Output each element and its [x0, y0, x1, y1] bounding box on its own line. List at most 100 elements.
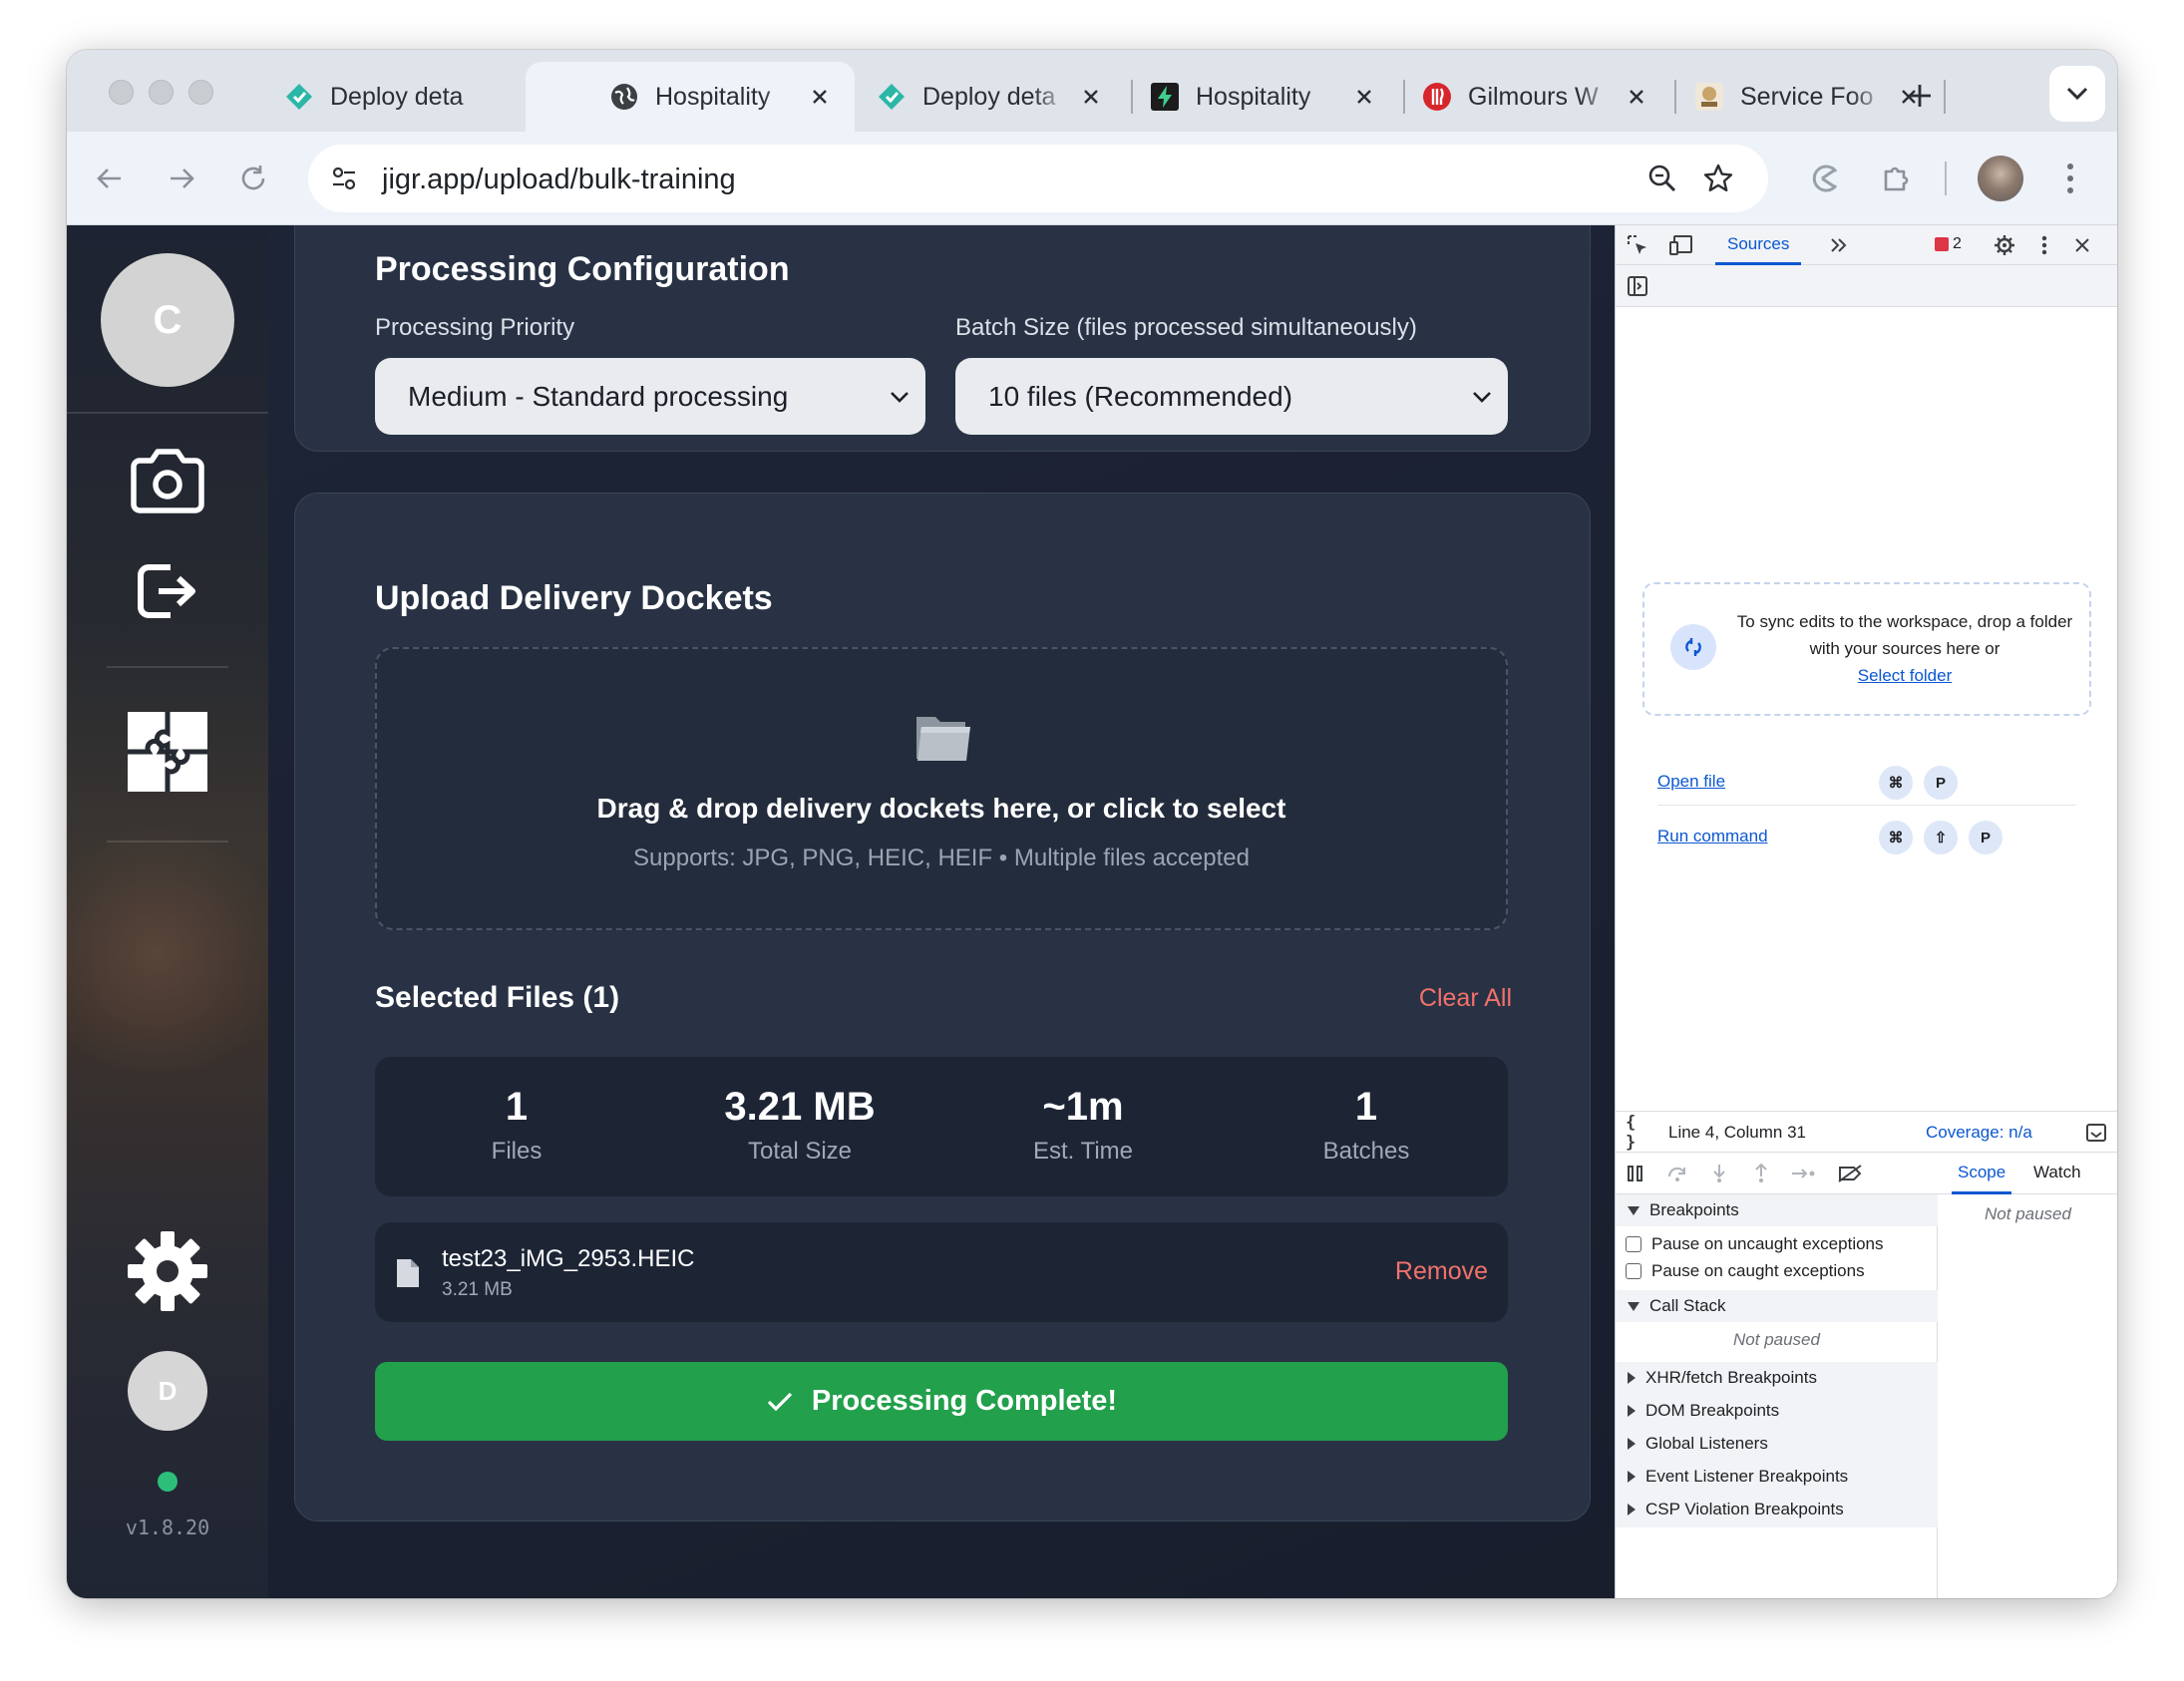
- tab-search-button[interactable]: [2049, 66, 2105, 122]
- section-label: Global Listeners: [1645, 1434, 1768, 1453]
- sync-text: To sync edits to the workspace, drop a f…: [1736, 612, 2073, 658]
- batch-size-selected-value: 10 files (Recommended): [988, 380, 1293, 412]
- tab-sources[interactable]: Sources: [1715, 225, 1802, 265]
- tab-deploy-details-2[interactable]: Deploy deta: [857, 62, 1126, 132]
- close-icon[interactable]: [2070, 233, 2094, 257]
- step-icon[interactable]: [1791, 1163, 1817, 1184]
- back-button[interactable]: [87, 156, 133, 201]
- call-stack-section[interactable]: Call Stack: [1616, 1290, 1938, 1322]
- zoom-icon[interactable]: [1644, 161, 1680, 196]
- coverage-status[interactable]: Coverage: n/a: [1926, 1123, 2032, 1143]
- close-tab-icon[interactable]: [1351, 84, 1377, 110]
- pause-icon[interactable]: [1624, 1163, 1647, 1184]
- settings-gear-icon[interactable]: [127, 1230, 208, 1312]
- select-folder-link[interactable]: Select folder: [1858, 666, 1953, 685]
- file-list-item: test23_iMG_2953.HEIC 3.21 MB Remove: [375, 1222, 1508, 1322]
- address-bar[interactable]: jigr.app/upload/bulk-training: [308, 145, 1768, 212]
- dropzone[interactable]: Drag & drop delivery dockets here, or cl…: [375, 647, 1508, 930]
- deactivate-breakpoints-icon[interactable]: [1837, 1163, 1863, 1184]
- stat-batches: 1 Batches: [1225, 1057, 1508, 1196]
- extensions-puzzle-icon[interactable]: [1874, 156, 1920, 201]
- tab-watch[interactable]: Watch: [2033, 1153, 2081, 1192]
- more-menu-icon[interactable]: [2047, 156, 2093, 201]
- xhr-breakpoints-section[interactable]: XHR/fetch Breakpoints: [1616, 1362, 1938, 1394]
- user-avatar[interactable]: D: [128, 1351, 207, 1431]
- extension-refresh-icon[interactable]: [1802, 156, 1848, 201]
- breakpoints-section[interactable]: Breakpoints: [1616, 1194, 1938, 1226]
- batch-size-select[interactable]: 10 files (Recommended): [955, 358, 1508, 435]
- close-tab-icon[interactable]: [1078, 84, 1104, 110]
- settings-gear-icon[interactable]: [1993, 233, 2016, 257]
- clear-all-button[interactable]: Clear All: [1419, 984, 1512, 1013]
- checkbox[interactable]: [1626, 1263, 1641, 1279]
- pause-uncaught-option[interactable]: Pause on uncaught exceptions: [1626, 1234, 1884, 1254]
- stat-label: Total Size: [747, 1138, 853, 1165]
- profile-avatar[interactable]: [1978, 156, 2023, 201]
- sidebar-divider: [67, 412, 268, 414]
- logout-icon[interactable]: [137, 561, 198, 621]
- toggle-drawer-icon[interactable]: [2084, 1122, 2108, 1144]
- close-tab-icon[interactable]: [807, 84, 833, 110]
- dropzone-title: Drag & drop delivery dockets here, or cl…: [596, 793, 1286, 824]
- stat-value: 3.21 MB: [724, 1085, 876, 1129]
- tab-separator: [1944, 80, 1946, 114]
- close-tab-icon[interactable]: [1624, 84, 1649, 110]
- zoom-window-button[interactable]: [188, 80, 213, 105]
- error-icon: [1935, 237, 1949, 251]
- browser-toolbar: jigr.app/upload/bulk-training: [67, 132, 2117, 225]
- collapse-triangle-icon: [1628, 1405, 1636, 1417]
- dom-breakpoints-section[interactable]: DOM Breakpoints: [1616, 1395, 1938, 1427]
- workspace-drop-area[interactable]: To sync edits to the workspace, drop a f…: [1642, 582, 2091, 716]
- error-count-badge[interactable]: 2: [1935, 235, 1962, 253]
- tab-hospitality-supabase[interactable]: Hospitality: [1130, 62, 1399, 132]
- pause-caught-option[interactable]: Pause on caught exceptions: [1626, 1261, 1865, 1281]
- more-tabs-chevron-icon[interactable]: [1827, 233, 1851, 257]
- more-options-icon[interactable]: [2032, 233, 2056, 257]
- company-avatar[interactable]: C: [101, 253, 234, 387]
- sidebar-divider: [107, 666, 228, 668]
- netlify-diamond-icon: [284, 82, 314, 112]
- bookmark-star-icon[interactable]: [1700, 161, 1736, 196]
- priority-selected-value: Medium - Standard processing: [408, 380, 789, 412]
- step-into-icon[interactable]: [1707, 1163, 1731, 1184]
- collapse-triangle-icon: [1628, 1504, 1636, 1515]
- site-info-icon[interactable]: [322, 157, 366, 200]
- new-tab-button[interactable]: [1898, 74, 1942, 118]
- arrow-left-icon: [97, 168, 121, 188]
- scope-status: Not paused: [1985, 1204, 2071, 1223]
- checkbox[interactable]: [1626, 1236, 1641, 1252]
- tab-scope[interactable]: Scope: [1952, 1153, 2012, 1194]
- open-file-link[interactable]: Open file: [1657, 772, 1725, 792]
- tab-hospitality-active[interactable]: Hospitality: [526, 62, 855, 132]
- tab-title: Service Foo: [1740, 82, 1874, 111]
- toggle-navigator-icon[interactable]: [1626, 274, 1649, 298]
- step-over-icon[interactable]: [1665, 1163, 1689, 1184]
- stat-value: 1: [505, 1085, 529, 1129]
- device-toolbar-icon[interactable]: [1669, 233, 1693, 257]
- remove-file-button[interactable]: Remove: [1395, 1257, 1488, 1286]
- forward-button[interactable]: [159, 156, 204, 201]
- tab-gilmours[interactable]: Gilmours W: [1402, 62, 1671, 132]
- camera-icon[interactable]: [129, 446, 206, 515]
- devtools-subbar: [1616, 265, 2117, 307]
- close-window-button[interactable]: [109, 80, 134, 105]
- reload-button[interactable]: [230, 156, 276, 201]
- cmd-key: ⌘: [1879, 766, 1913, 800]
- step-out-icon[interactable]: [1749, 1163, 1773, 1184]
- stat-label: Batches: [1322, 1138, 1410, 1165]
- collapse-triangle-icon: [1628, 1471, 1636, 1483]
- run-command-link[interactable]: Run command: [1657, 827, 1768, 846]
- sync-icon: [1670, 624, 1716, 670]
- global-listeners-section[interactable]: Global Listeners: [1616, 1428, 1938, 1460]
- pretty-print-icon[interactable]: { }: [1626, 1113, 1649, 1153]
- p-key: P: [1924, 766, 1958, 800]
- processing-complete-button[interactable]: Processing Complete!: [375, 1362, 1508, 1441]
- inspect-element-icon[interactable]: [1626, 233, 1649, 257]
- event-listener-breakpoints-section[interactable]: Event Listener Breakpoints: [1616, 1461, 1938, 1493]
- url-text[interactable]: jigr.app/upload/bulk-training: [382, 164, 736, 196]
- minimize-window-button[interactable]: [149, 80, 174, 105]
- puzzle-icon[interactable]: [127, 711, 208, 793]
- reload-icon: [241, 166, 265, 190]
- csp-violation-breakpoints-section[interactable]: CSP Violation Breakpoints: [1616, 1494, 1938, 1525]
- priority-select[interactable]: Medium - Standard processing: [375, 358, 925, 435]
